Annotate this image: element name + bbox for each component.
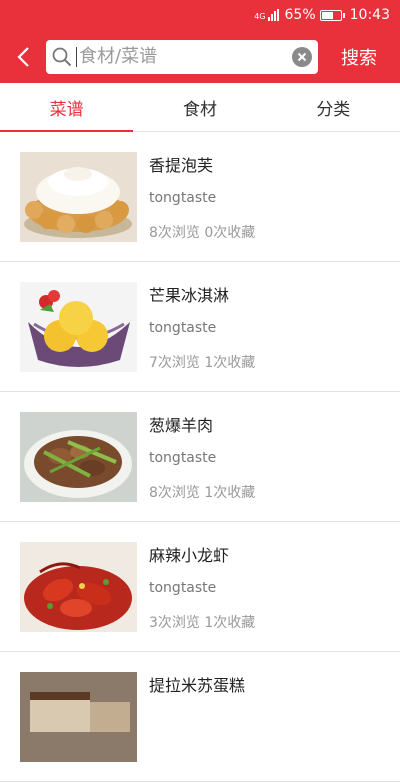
recipe-image (20, 152, 137, 242)
tab-recipes[interactable]: 菜谱 (0, 83, 134, 132)
back-arrow-icon (17, 46, 29, 67)
recipe-title: 香提泡芙 (149, 156, 214, 175)
recipe-image (20, 542, 137, 632)
clear-search-button[interactable] (292, 46, 312, 67)
close-icon (297, 52, 307, 61)
signal-icon: 4G (254, 9, 279, 21)
recipe-title: 提拉米苏蛋糕 (149, 676, 246, 695)
back-button[interactable] (0, 30, 46, 83)
category-tabs: 菜谱 食材 分类 (0, 83, 400, 132)
recipe-image (20, 412, 137, 502)
battery-icon (319, 9, 345, 21)
recipe-title: 芒果冰淇淋 (149, 286, 230, 305)
recipe-title: 麻辣小龙虾 (149, 546, 230, 565)
battery-percent: 65% (284, 7, 316, 23)
tab-ingredients[interactable]: 食材 (133, 83, 266, 131)
clock: 10:43 (349, 7, 390, 23)
search-input[interactable]: 食材/菜谱 (76, 46, 292, 67)
recipe-stats: 8次浏览 1次收藏 (149, 485, 256, 501)
recipe-item[interactable]: 麻辣小龙虾 tongtaste 3次浏览 1次收藏 (0, 522, 400, 652)
search-icon (52, 47, 72, 66)
recipe-author: tongtaste (149, 320, 217, 336)
search-button[interactable]: 搜索 (318, 44, 400, 70)
search-header: 食材/菜谱 搜索 (0, 30, 400, 83)
search-box[interactable]: 食材/菜谱 (46, 39, 318, 74)
recipe-item[interactable]: 葱爆羊肉 tongtaste 8次浏览 1次收藏 (0, 392, 400, 522)
recipe-item[interactable]: 香提泡芙 tongtaste 8次浏览 0次收藏 (0, 132, 400, 262)
recipe-image (20, 672, 137, 762)
recipe-item[interactable]: 芒果冰淇淋 tongtaste 7次浏览 1次收藏 (0, 262, 400, 392)
tab-categories[interactable]: 分类 (267, 83, 400, 131)
recipe-stats: 3次浏览 1次收藏 (149, 615, 256, 631)
status-bar: 4G 65% 10:43 (0, 0, 400, 30)
recipe-stats: 8次浏览 0次收藏 (149, 225, 256, 241)
recipe-item[interactable]: 提拉米苏蛋糕 (0, 652, 400, 782)
recipe-list: 香提泡芙 tongtaste 8次浏览 0次收藏 芒果冰淇淋 tongtaste… (0, 132, 400, 782)
recipe-stats: 7次浏览 1次收藏 (149, 355, 256, 371)
recipe-image (20, 282, 137, 372)
recipe-author: tongtaste (149, 190, 217, 206)
recipe-author: tongtaste (149, 580, 217, 596)
recipe-title: 葱爆羊肉 (149, 416, 214, 435)
network-type: 4G (254, 12, 266, 21)
recipe-author: tongtaste (149, 450, 217, 466)
